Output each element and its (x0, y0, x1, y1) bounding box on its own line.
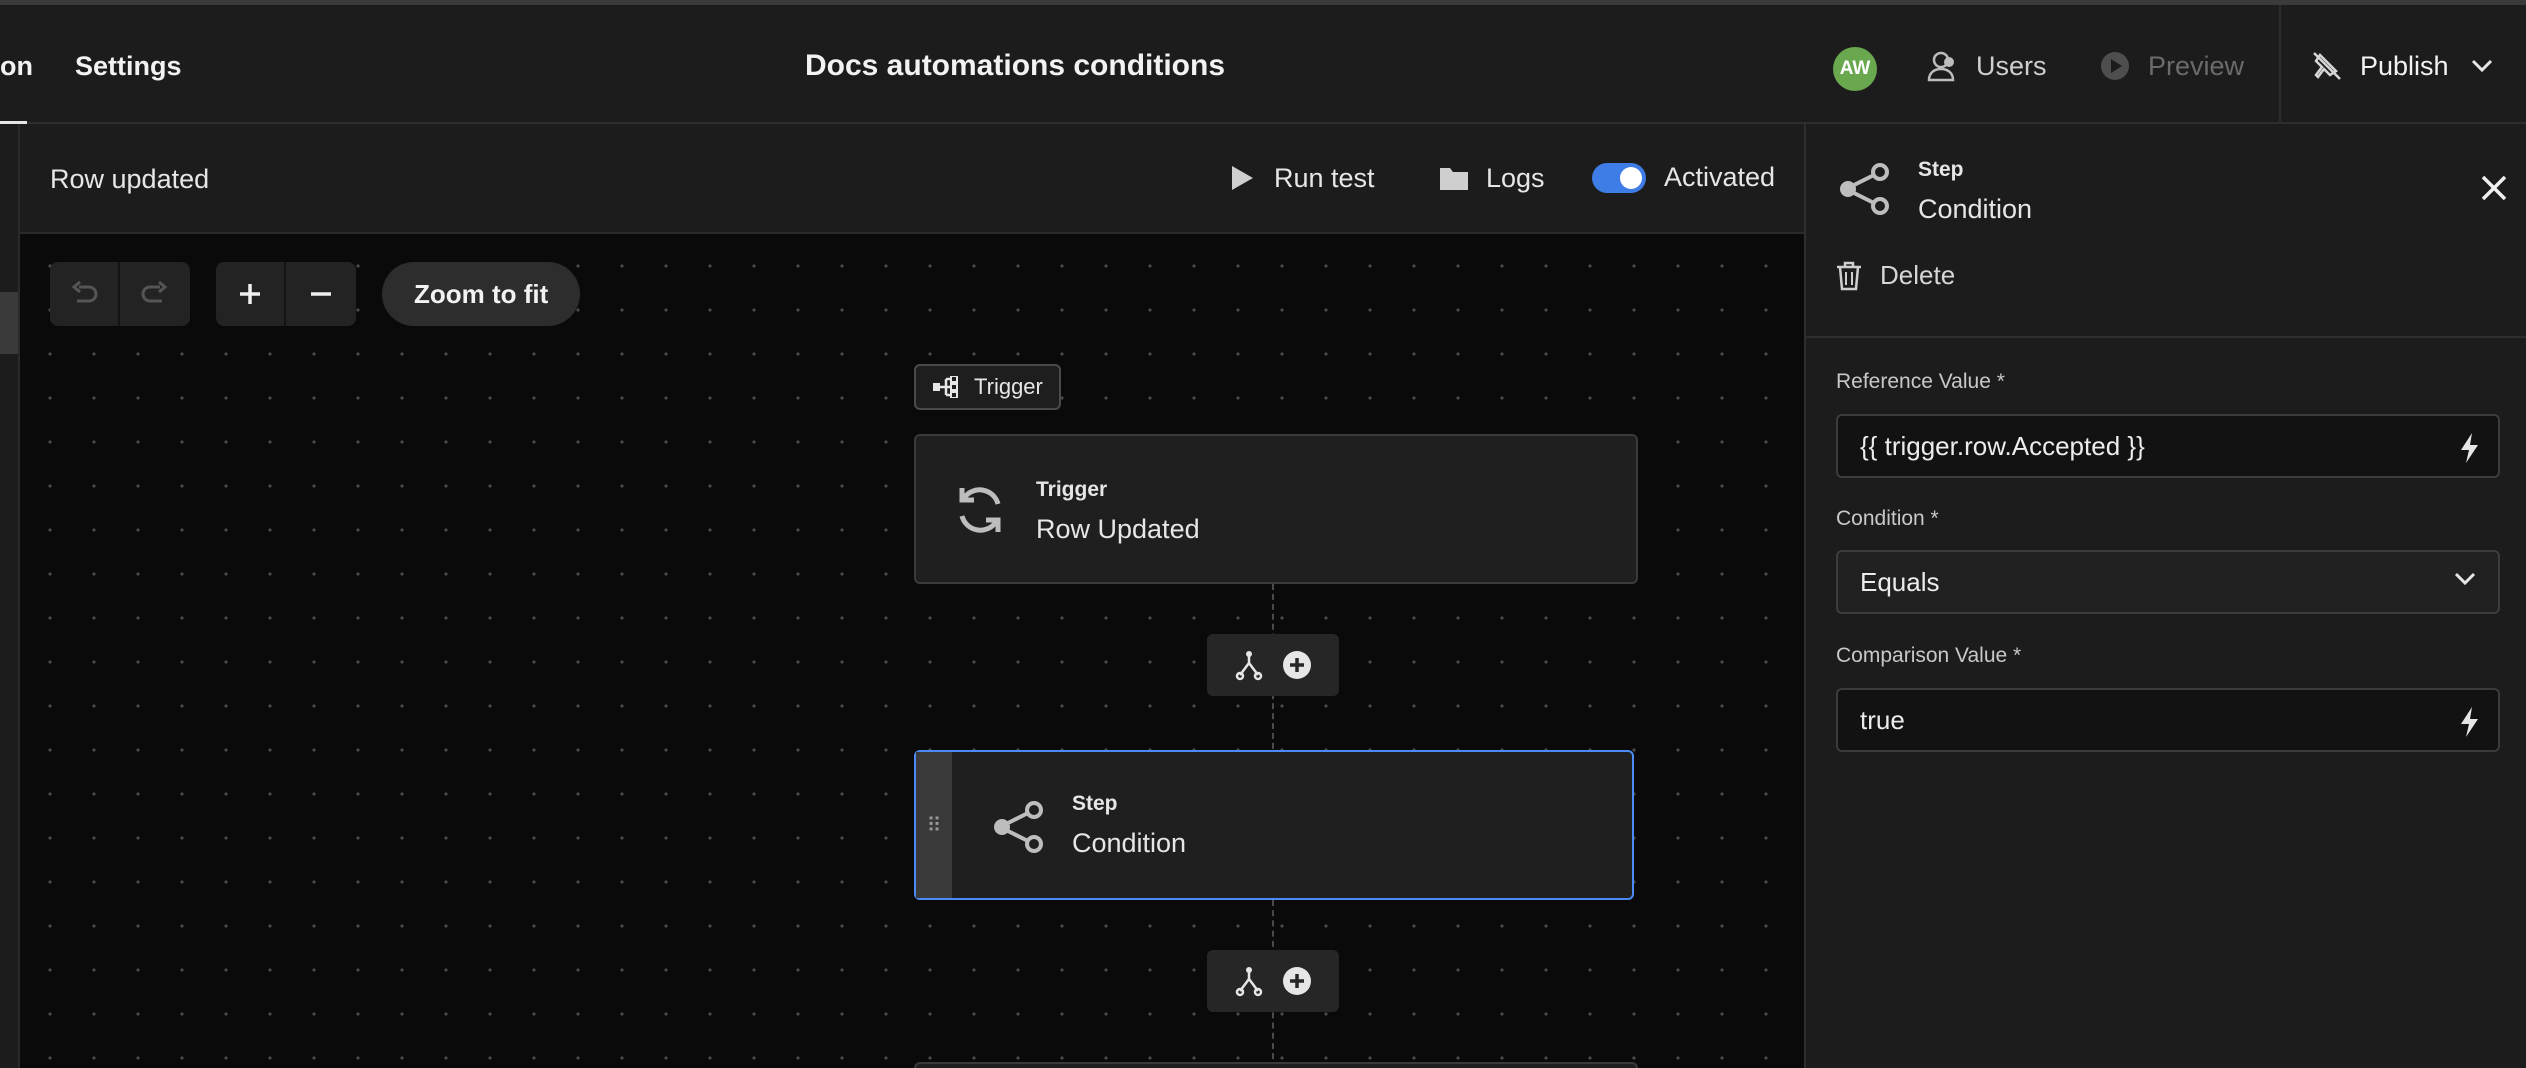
add-step-controls (1207, 950, 1339, 1012)
comparison-value-input[interactable]: true (1836, 688, 2500, 752)
folder-icon (1438, 162, 1470, 194)
condition-step-node[interactable]: ⠿ Step Condition (914, 750, 1634, 900)
zoom-to-fit-button[interactable]: Zoom to fit (382, 262, 581, 326)
topbar-divider (2279, 5, 2281, 124)
play-icon (1226, 162, 1258, 194)
comparison-value-text: true (1860, 704, 1905, 735)
users-icon (1926, 49, 1960, 83)
logs-button[interactable]: Logs (1438, 162, 1545, 194)
delete-button[interactable]: Delete (1836, 260, 1955, 291)
add-circle-icon[interactable] (1281, 649, 1313, 681)
node-name: Condition (1072, 828, 1187, 858)
chevron-down-icon (2454, 572, 2476, 586)
play-circle-icon (2098, 49, 2132, 83)
flow-icon (932, 376, 962, 398)
zoom-out-button[interactable] (286, 262, 356, 326)
history-controls (50, 262, 190, 326)
condition-value: Equals (1860, 566, 1940, 597)
trigger-tag: Trigger (914, 364, 1061, 410)
zoom-in-button[interactable] (216, 262, 286, 326)
users-label: Users (1976, 50, 2047, 81)
drag-handle-icon[interactable]: ⠿ (916, 752, 952, 898)
reference-value-input[interactable]: {{ trigger.row.Accepted }} (1836, 414, 2500, 478)
next-step-node[interactable] (914, 1062, 1638, 1068)
broadcast-off-icon (2310, 49, 2344, 83)
zoom-controls (216, 262, 356, 326)
app-title: Docs automations conditions (804, 49, 1226, 82)
node-kicker: Step (1072, 792, 1118, 815)
activated-toggle[interactable]: Activated (1592, 162, 1775, 193)
panel-title: Condition (1918, 194, 2033, 224)
publish-label: Publish (2360, 50, 2449, 81)
close-icon[interactable] (2480, 174, 2508, 207)
chevron-down-icon (2471, 59, 2493, 73)
add-circle-icon[interactable] (1281, 965, 1313, 997)
condition-label: Condition * (1836, 507, 1939, 530)
step-settings-panel: Step Condition Delete Reference Value * … (1804, 124, 2526, 1068)
redo-icon (141, 281, 168, 303)
toggle-switch[interactable] (1592, 162, 1646, 193)
delete-label: Delete (1880, 260, 1956, 290)
plus-icon (240, 284, 260, 304)
trigger-tag-label: Trigger (974, 374, 1043, 399)
activated-label: Activated (1664, 162, 1776, 192)
users-button[interactable]: Users (1926, 49, 2047, 83)
comparison-value-label: Comparison Value * (1836, 644, 2022, 667)
sidebar-handle[interactable] (0, 292, 18, 354)
avatar[interactable]: AW (1833, 47, 1877, 91)
minus-icon (311, 292, 331, 296)
node-kicker: Trigger (1036, 478, 1108, 501)
logs-label: Logs (1486, 162, 1545, 193)
run-test-button[interactable]: Run test (1226, 162, 1375, 194)
redo-button[interactable] (120, 262, 190, 326)
publish-button[interactable]: Publish (2310, 49, 2493, 83)
trash-icon (1836, 261, 1862, 291)
automation-name: Row updated (50, 164, 210, 194)
panel-header: Step Condition Delete (1806, 124, 2526, 338)
bolt-icon[interactable] (2458, 706, 2480, 738)
preview-button[interactable]: Preview (2098, 49, 2244, 83)
left-sidebar-collapsed (0, 124, 20, 1068)
flow-canvas[interactable]: Zoom to fit Trigger Trigger Row Updated … (20, 234, 1804, 1068)
undo-button[interactable] (50, 262, 120, 326)
branch-icon[interactable] (1234, 649, 1264, 681)
reference-value-text: {{ trigger.row.Accepted }} (1860, 430, 2145, 461)
panel-kicker: Step (1918, 158, 1964, 181)
automation-header: Row updated Run test Logs Activated (20, 124, 1804, 234)
add-step-controls (1207, 634, 1339, 696)
reference-value-label: Reference Value * (1836, 370, 2005, 393)
bolt-icon[interactable] (2458, 432, 2480, 464)
run-test-label: Run test (1274, 162, 1375, 193)
top-bar: on Settings Docs automations conditions … (0, 0, 2526, 126)
share-icon (1836, 162, 1892, 221)
share-icon (990, 800, 1046, 854)
preview-label: Preview (2148, 50, 2245, 81)
undo-icon (71, 281, 98, 303)
refresh-icon (952, 482, 1008, 538)
branch-icon[interactable] (1234, 965, 1264, 997)
trigger-node[interactable]: Trigger Row Updated (914, 434, 1638, 584)
node-name: Row Updated (1036, 514, 1200, 544)
condition-select[interactable]: Equals (1836, 550, 2500, 614)
